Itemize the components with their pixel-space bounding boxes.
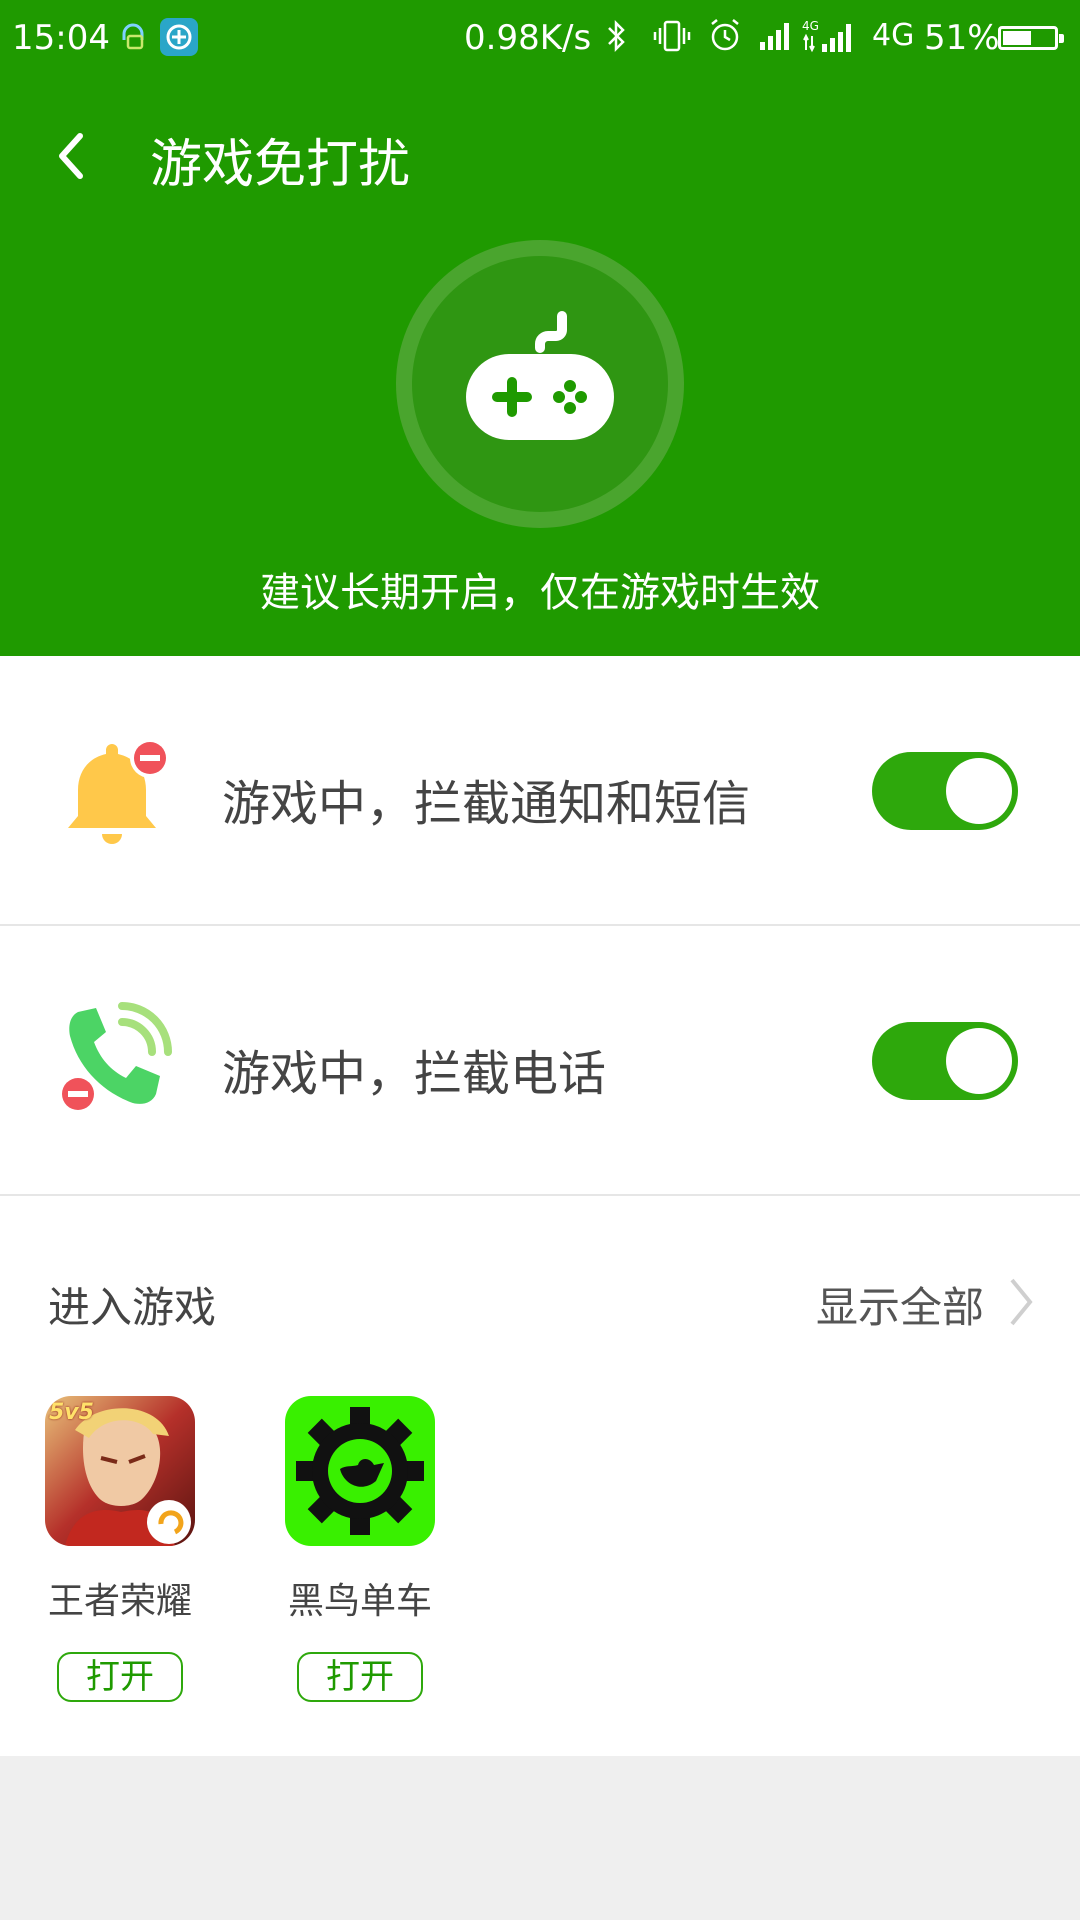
app-item: 5v5 王者荣耀 打开 (40, 1396, 200, 1702)
back-arrow-icon[interactable] (50, 126, 90, 186)
setting-label: 游戏中，拦截通知和短信 (222, 776, 751, 832)
battery-percent: 51% (924, 18, 1000, 58)
app-name: 黑鸟单车 (287, 1581, 432, 1622)
open-button[interactable]: 打开 (57, 1652, 183, 1702)
setting-row-calls: 游戏中，拦截电话 (0, 926, 1080, 1194)
game-icon-honor-of-kings[interactable]: 5v5 (45, 1396, 195, 1546)
network-speed: 0.98K/s (464, 18, 592, 58)
headset-app-icon (122, 23, 144, 50)
signal-4g-icon: 4G (802, 19, 851, 53)
network-type: 4G (872, 18, 915, 53)
alarm-icon (711, 19, 739, 51)
games-section: 进入游戏 显示全部 5v5 王者荣耀 打开 黑鸟单车 打开 (0, 1196, 1080, 1756)
battery-icon (998, 26, 1064, 50)
toggle-block-notifications[interactable] (872, 752, 1018, 830)
app-notification-icon (160, 18, 198, 56)
svg-text:4G: 4G (802, 19, 819, 33)
setting-row-notifications: 游戏中，拦截通知和短信 (0, 656, 1080, 924)
show-all-link[interactable]: 显示全部 (816, 1274, 984, 1335)
gamepad-icon (466, 311, 614, 440)
toggle-block-calls[interactable] (872, 1022, 1018, 1100)
app-item: 黑鸟单车 打开 (280, 1396, 440, 1702)
vibrate-icon (653, 20, 691, 52)
hero-subtitle: 建议长期开启，仅在游戏时生效 (260, 570, 820, 616)
toggle-knob (946, 1028, 1012, 1094)
phone-block-icon (62, 1002, 172, 1114)
open-button[interactable]: 打开 (297, 1652, 423, 1702)
setting-label: 游戏中，拦截电话 (222, 1046, 607, 1102)
page-title: 游戏免打扰 (150, 135, 411, 195)
chevron-right-icon[interactable] (1006, 1274, 1036, 1330)
signal-icon (760, 23, 789, 50)
status-time: 15:04 (12, 18, 110, 58)
game-badge: 5v5 (49, 1400, 94, 1425)
status-bar: 15:04 0.98K/s 4G 4G 51% (0, 0, 1080, 78)
bell-block-icon (68, 738, 170, 844)
game-icon-blackbird-bike[interactable] (285, 1396, 435, 1546)
toggle-knob (946, 758, 1012, 824)
app-name: 王者荣耀 (47, 1581, 192, 1622)
games-title: 进入游戏 (48, 1283, 217, 1332)
bluetooth-icon (608, 19, 625, 53)
